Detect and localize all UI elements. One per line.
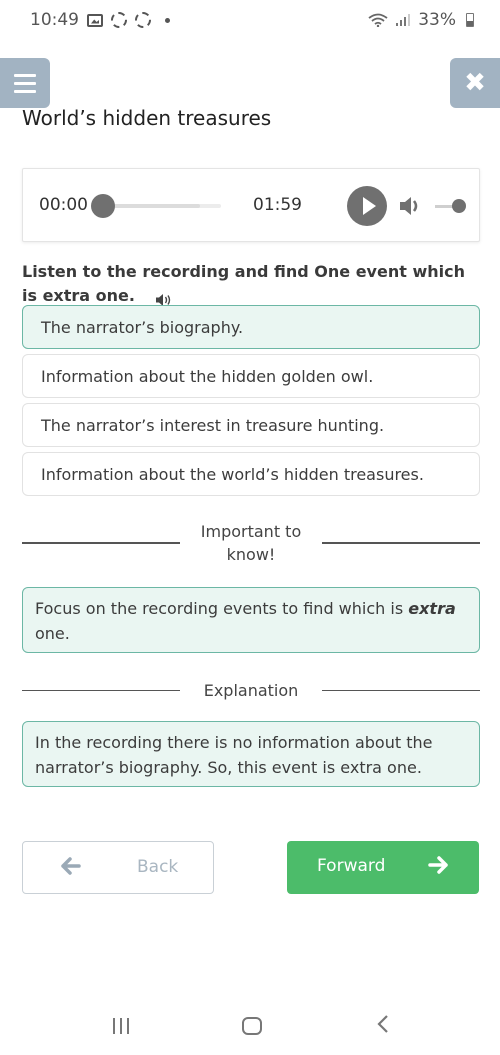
important-heading: Important to know!: [180, 520, 322, 566]
hamburger-menu-icon-bar: [14, 81, 36, 85]
hamburger-menu-icon-bar: [14, 73, 36, 77]
current-time: 00:00: [39, 195, 88, 215]
close-icon: ✖: [464, 68, 486, 98]
menu-button[interactable]: [0, 58, 50, 108]
system-nav-bar: [0, 1000, 500, 1055]
notification-dot-icon: [165, 17, 170, 23]
forward-label: Forward: [317, 856, 386, 876]
total-time: 01:59: [253, 195, 302, 215]
question-text: Listen to the recording and find One eve…: [22, 260, 482, 308]
page-title: World’s hidden treasures: [22, 106, 272, 130]
hamburger-menu-icon-bar: [14, 89, 36, 93]
important-heading-line1: Important to: [200, 522, 302, 541]
option-label: Information about the hidden golden owl.: [41, 366, 374, 386]
audio-player: 00:00 01:59: [22, 168, 480, 242]
divider-line: [22, 689, 180, 692]
progress-track[interactable]: [103, 204, 221, 208]
divider-line: [22, 542, 180, 544]
recent-apps-icon[interactable]: [113, 1018, 129, 1034]
explanation-heading: Explanation: [203, 681, 299, 700]
back-label: Back: [137, 857, 179, 877]
volume-icon[interactable]: [398, 194, 424, 218]
answer-option-selected[interactable]: The narrator’s biography.: [22, 305, 480, 349]
play-icon[interactable]: [347, 186, 387, 226]
signal-icon: [396, 14, 411, 26]
progress-buffer: [103, 204, 200, 208]
close-button[interactable]: ✖: [450, 58, 500, 108]
option-label: The narrator’s biography.: [41, 317, 244, 337]
tip-emphasis: extra: [408, 599, 456, 618]
important-tip-box: Focus on the recording events to find wh…: [22, 587, 480, 653]
explanation-text: In the recording there is no information…: [35, 733, 433, 777]
explanation-divider: Explanation: [22, 679, 480, 702]
back-nav-icon[interactable]: [376, 1013, 390, 1041]
arrow-right-icon: [428, 855, 448, 879]
option-label: Information about the world’s hidden tre…: [41, 464, 424, 484]
answer-option[interactable]: Information about the world’s hidden tre…: [22, 452, 480, 496]
answer-options: The narrator’s biography. Information ab…: [22, 305, 480, 501]
progress-thumb[interactable]: [91, 194, 115, 218]
tip-text: Focus on the recording events to find wh…: [35, 599, 409, 618]
option-label: The narrator’s interest in treasure hunt…: [41, 415, 385, 435]
arrow-left-icon: [61, 856, 81, 880]
wifi-icon: [368, 13, 388, 27]
battery-percent: 33%: [418, 10, 456, 30]
status-bar: 10:49 33%: [0, 0, 500, 40]
back-button[interactable]: Back: [22, 841, 214, 894]
answer-option[interactable]: Information about the hidden golden owl.: [22, 354, 480, 398]
answer-option[interactable]: The narrator’s interest in treasure hunt…: [22, 403, 480, 447]
clock: 10:49: [30, 10, 79, 30]
home-icon[interactable]: [242, 1017, 262, 1035]
forward-button[interactable]: Forward: [287, 841, 479, 894]
question-label: Listen to the recording and find One eve…: [22, 262, 465, 305]
tip-text-end: one.: [35, 624, 70, 643]
gallery-icon: [87, 13, 103, 27]
speaker-icon[interactable]: [155, 290, 173, 306]
sync-icon-2: [135, 12, 151, 28]
status-left: 10:49: [30, 10, 170, 30]
battery-icon: [466, 13, 474, 27]
divider-line: [322, 689, 480, 692]
explanation-box: In the recording there is no information…: [22, 721, 480, 787]
divider-line: [322, 542, 480, 544]
sync-icon: [111, 12, 127, 28]
volume-thumb[interactable]: [452, 199, 466, 213]
important-heading-line2: know!: [226, 545, 276, 564]
important-divider: Important to know!: [22, 520, 480, 566]
status-right: 33%: [368, 10, 474, 30]
